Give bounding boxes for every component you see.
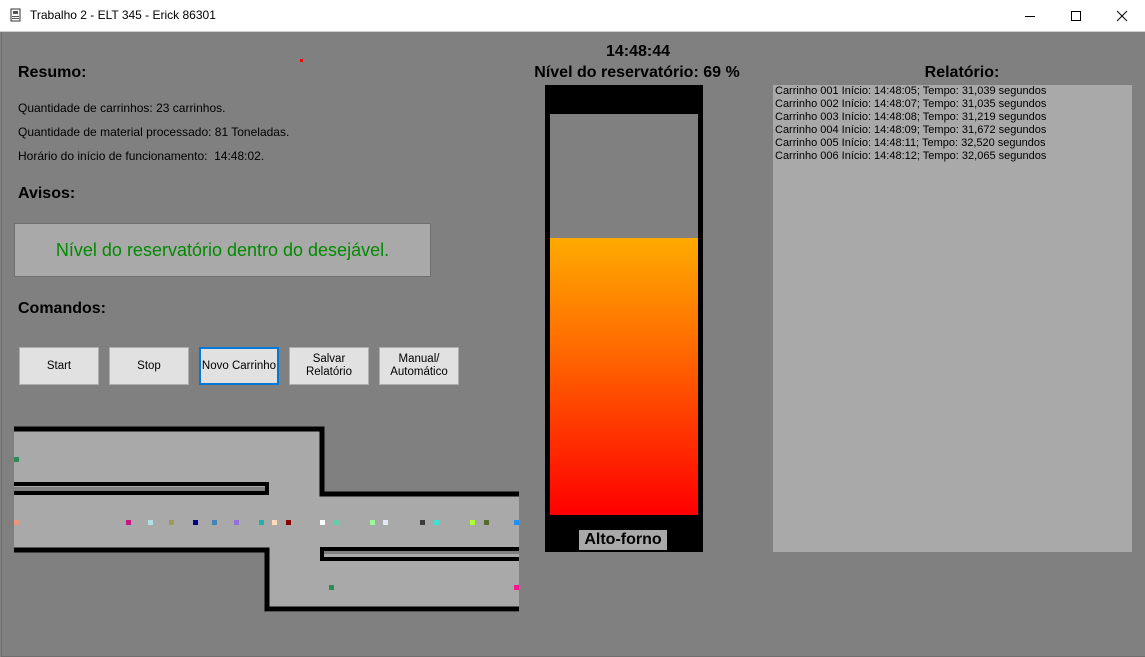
close-button[interactable] xyxy=(1099,0,1145,31)
cart xyxy=(259,520,264,525)
track-bottom-spur xyxy=(266,554,519,612)
cart xyxy=(434,520,439,525)
relatorio-line: Carrinho 006 Início: 14:48:12; Tempo: 32… xyxy=(775,150,1047,162)
relatorio-line: Carrinho 001 Início: 14:48:05; Tempo: 31… xyxy=(775,85,1047,97)
cart xyxy=(14,457,19,462)
relatorio-line: Carrinho 003 Início: 14:48:08; Tempo: 31… xyxy=(775,111,1047,123)
close-icon xyxy=(1116,10,1128,21)
start-button[interactable]: Start xyxy=(19,347,99,385)
cart xyxy=(383,520,388,525)
red-marker xyxy=(300,59,303,62)
cart xyxy=(514,520,519,525)
stop-button[interactable]: Stop xyxy=(109,347,189,385)
cart xyxy=(514,585,519,590)
client-area: Resumo: Quantidade de carrinhos: 23 carr… xyxy=(1,32,1145,657)
relatorio-heading: Relatório: xyxy=(924,64,1000,81)
relatorio-line: Carrinho 005 Início: 14:48:11; Tempo: 32… xyxy=(775,137,1046,149)
cart xyxy=(420,520,425,525)
track-wall-upper-divider xyxy=(14,482,269,495)
cart xyxy=(148,520,153,525)
relatorio-line: Carrinho 002 Início: 14:48:07; Tempo: 31… xyxy=(775,98,1047,110)
cart xyxy=(14,520,19,525)
cart xyxy=(320,520,325,525)
cart xyxy=(334,520,339,525)
minimize-icon xyxy=(1025,15,1035,17)
relatorio-line: Carrinho 004 Início: 14:48:09; Tempo: 31… xyxy=(775,124,1047,136)
comandos-heading: Comandos: xyxy=(18,300,106,317)
maximize-icon xyxy=(1071,10,1081,21)
cart xyxy=(286,520,291,525)
cart xyxy=(470,520,475,525)
cart xyxy=(329,585,334,590)
novo-carrinho-button[interactable]: Novo Carrinho xyxy=(199,347,279,385)
cart xyxy=(370,520,375,525)
cart xyxy=(126,520,131,525)
relatorio-list[interactable]: Carrinho 001 Início: 14:48:05; Tempo: 31… xyxy=(773,85,1132,552)
reservoir-fill xyxy=(550,238,698,515)
window-title: Trabalho 2 - ELT 345 - Erick 86301 xyxy=(30,8,216,22)
cart xyxy=(484,520,489,525)
app-icon xyxy=(10,8,21,22)
cart xyxy=(169,520,174,525)
resumo-heading: Resumo: xyxy=(18,64,87,81)
cart xyxy=(234,520,239,525)
minimize-button[interactable] xyxy=(1007,0,1053,31)
maximize-button[interactable] xyxy=(1053,0,1099,31)
resumo-material: Quantidade de material processado: 81 To… xyxy=(18,125,290,139)
aviso-message: Nível do reservatório dentro do desejáve… xyxy=(14,223,431,277)
salvar-relatorio-button[interactable]: Salvar Relatório xyxy=(289,347,369,385)
cart xyxy=(193,520,198,525)
alto-forno-label: Alto-forno xyxy=(579,530,667,550)
nivel-reservatorio: Nível do reservatório: 69 % xyxy=(534,64,740,81)
title-bar: Trabalho 2 - ELT 345 - Erick 86301 xyxy=(0,0,1145,32)
rail-track xyxy=(14,426,519,612)
resumo-carrinhos: Quantidade de carrinhos: 23 carrinhos. xyxy=(18,101,226,115)
cart xyxy=(212,520,217,525)
clock: 14:48:44 xyxy=(605,43,671,60)
reservoir-inner xyxy=(550,114,698,515)
reservoir-tank: Alto-forno xyxy=(545,85,703,552)
resumo-inicio: Horário do início de funcionamento: 14:4… xyxy=(18,149,265,163)
manual-automatico-button[interactable]: Manual/ Automático xyxy=(379,347,459,385)
avisos-heading: Avisos: xyxy=(18,185,76,202)
cart xyxy=(272,520,277,525)
